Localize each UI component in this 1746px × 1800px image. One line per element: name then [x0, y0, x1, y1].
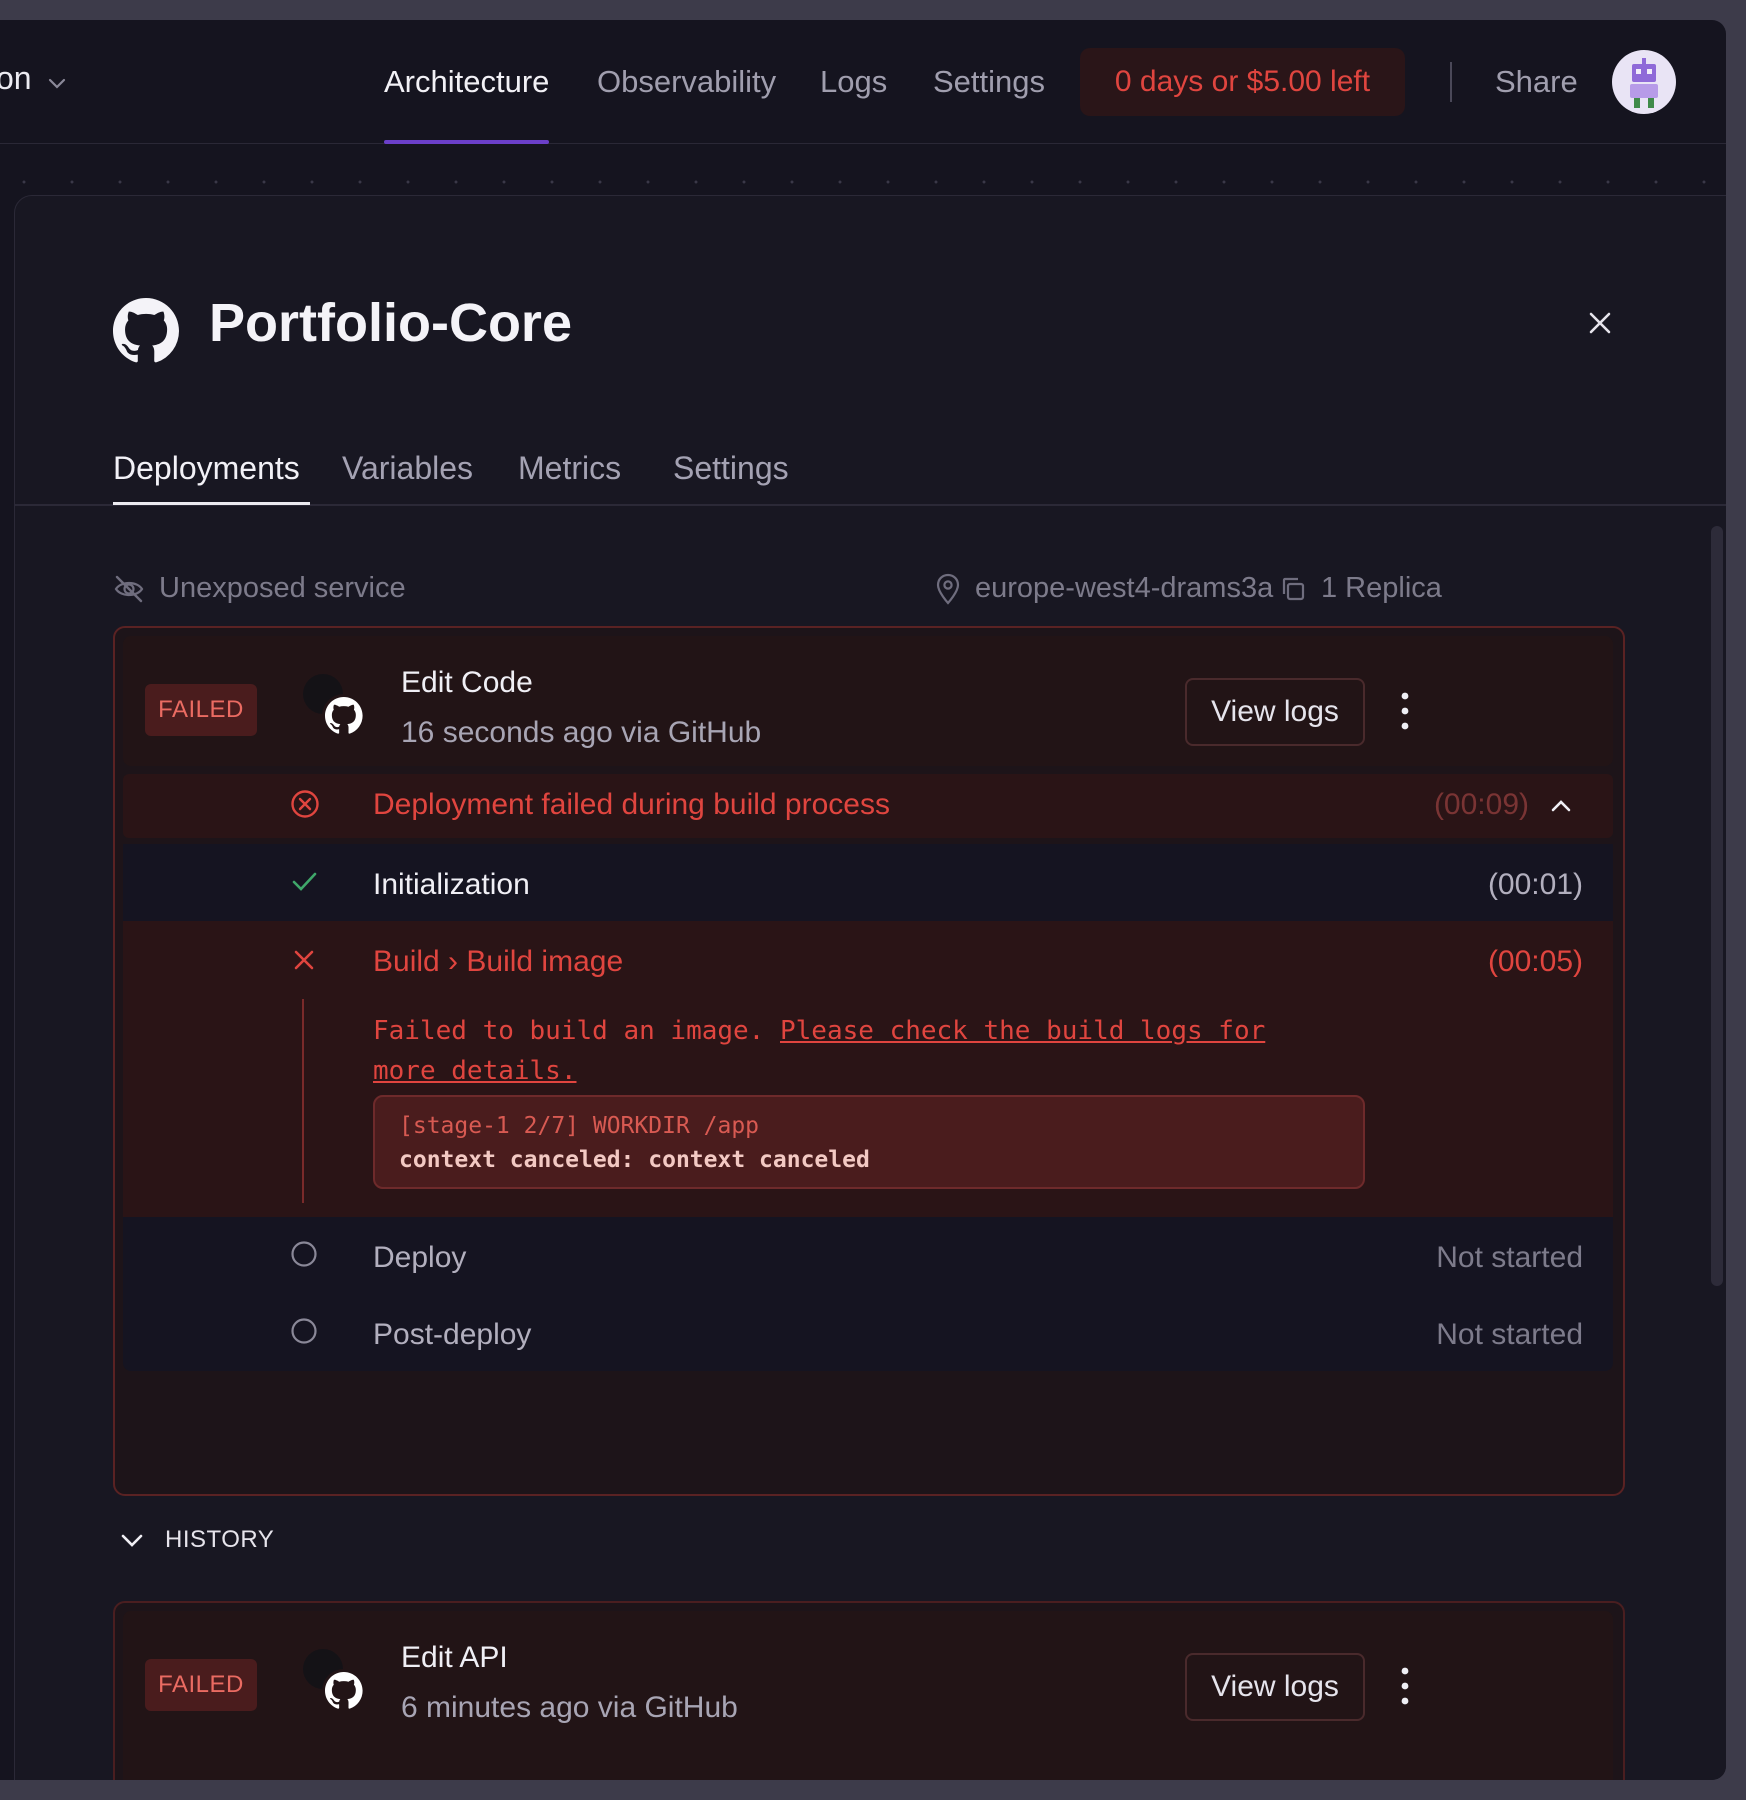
build-log-excerpt: [stage-1 2/7] WORKDIR /app context cance…: [373, 1095, 1365, 1189]
build-error-message: Failed to build an image. Please check t…: [373, 1011, 1333, 1091]
step-deploy: Deploy Not started: [123, 1217, 1613, 1294]
step-duration: (00:01): [1487, 868, 1583, 901]
failure-duration: (00:09): [1433, 788, 1529, 821]
step-status: Not started: [1436, 1318, 1583, 1351]
chevron-up-icon[interactable]: [1549, 794, 1573, 818]
eye-off-icon: [114, 575, 144, 602]
service-panel: Portfolio-Core Deployments Variables Met…: [14, 195, 1726, 1780]
app-window: on Architecture Observability Logs Setti…: [0, 20, 1726, 1780]
view-logs-button[interactable]: View logs: [1185, 1653, 1365, 1721]
failure-summary-text: Deployment failed during build process: [373, 788, 890, 821]
nav-settings[interactable]: Settings: [933, 64, 1045, 100]
step-label: Build › Build image: [373, 945, 624, 978]
close-icon[interactable]: [1587, 310, 1613, 336]
step-post-deploy: Post-deploy Not started: [123, 1294, 1613, 1371]
circle-pending-icon: [291, 1241, 317, 1267]
step-connector-line: [302, 999, 304, 1203]
region-info: europe-west4-drams3a: [935, 572, 1273, 605]
map-pin-icon: [936, 573, 960, 605]
canvas-dot-grid: [0, 180, 1726, 184]
deployment-subtitle: 16 seconds ago via GitHub: [401, 716, 762, 749]
replica-label: 1 Replica: [1321, 572, 1442, 604]
check-icon: [292, 872, 317, 891]
tab-variables[interactable]: Variables: [342, 450, 473, 487]
history-toggle[interactable]: HISTORY: [119, 1526, 274, 1554]
step-label: Post-deploy: [373, 1318, 532, 1351]
project-name[interactable]: on: [0, 60, 32, 97]
service-title: Portfolio-Core: [209, 293, 572, 353]
region-label: europe-west4-drams3a: [975, 572, 1274, 604]
github-icon: [303, 1649, 366, 1713]
deployment-title: Edit Code: [401, 666, 533, 699]
robot-avatar-icon[interactable]: [1612, 50, 1676, 114]
nav-architecture[interactable]: Architecture: [384, 64, 549, 100]
deployment-subtitle: 6 minutes ago via GitHub: [401, 1691, 738, 1724]
deployment-header[interactable]: FAILED Edit API 6 minutes ago via GitHub…: [123, 1611, 1613, 1780]
deployment-card: FAILED Edit Code 16 seconds ago via GitH…: [113, 626, 1625, 1496]
chevron-down-icon: [121, 1534, 143, 1547]
x-icon: [294, 950, 314, 970]
view-logs-button[interactable]: View logs: [1185, 678, 1365, 746]
deployment-title: Edit API: [401, 1641, 508, 1674]
status-badge: FAILED: [145, 1659, 257, 1711]
chevron-down-icon[interactable]: [46, 72, 68, 94]
nav-observability[interactable]: Observability: [597, 64, 776, 100]
exposure-status: Unexposed service: [113, 572, 406, 605]
more-options-icon[interactable]: [1393, 1663, 1417, 1709]
replica-info: 1 Replica: [1279, 572, 1442, 605]
service-tabs: Deployments Variables Metrics Settings: [15, 450, 1726, 506]
status-badge: FAILED: [145, 684, 257, 736]
step-build: Build › Build image (00:05) Failed to bu…: [123, 921, 1613, 1217]
nav-divider: [1450, 62, 1452, 102]
top-navigation: on Architecture Observability Logs Setti…: [0, 20, 1726, 144]
more-options-icon[interactable]: [1393, 688, 1417, 734]
nav-logs[interactable]: Logs: [820, 64, 887, 100]
step-label: Deploy: [373, 1241, 467, 1274]
copy-icon: [1282, 577, 1305, 600]
tab-deployments[interactable]: Deployments: [113, 450, 300, 487]
step-duration: (00:05): [1487, 945, 1583, 978]
github-icon: [113, 298, 179, 363]
exposure-label: Unexposed service: [159, 572, 406, 604]
deployment-header[interactable]: FAILED Edit Code 16 seconds ago via GitH…: [123, 636, 1613, 766]
github-icon: [303, 674, 366, 738]
log-line-error: context canceled: context canceled: [399, 1147, 870, 1173]
history-deployment-card: FAILED Edit API 6 minutes ago via GitHub…: [113, 1601, 1625, 1780]
active-tab-indicator: [113, 502, 310, 505]
step-label: Initialization: [373, 868, 530, 901]
panel-scrollbar[interactable]: [1711, 526, 1723, 1286]
failure-summary-row[interactable]: Deployment failed during build process (…: [123, 774, 1613, 838]
history-label: HISTORY: [165, 1526, 275, 1553]
step-status: Not started: [1436, 1241, 1583, 1274]
trial-remaining-badge[interactable]: 0 days or $5.00 left: [1080, 48, 1405, 116]
log-line: [stage-1 2/7] WORKDIR /app: [399, 1113, 760, 1139]
circle-x-icon: [291, 790, 319, 818]
circle-pending-icon: [291, 1318, 317, 1344]
share-button[interactable]: Share: [1495, 64, 1578, 100]
active-nav-indicator: [384, 140, 549, 144]
tab-metrics[interactable]: Metrics: [518, 450, 621, 487]
step-initialization: Initialization (00:01): [123, 844, 1613, 921]
tab-settings[interactable]: Settings: [673, 450, 789, 487]
error-text: Failed to build an image.: [373, 1016, 765, 1046]
